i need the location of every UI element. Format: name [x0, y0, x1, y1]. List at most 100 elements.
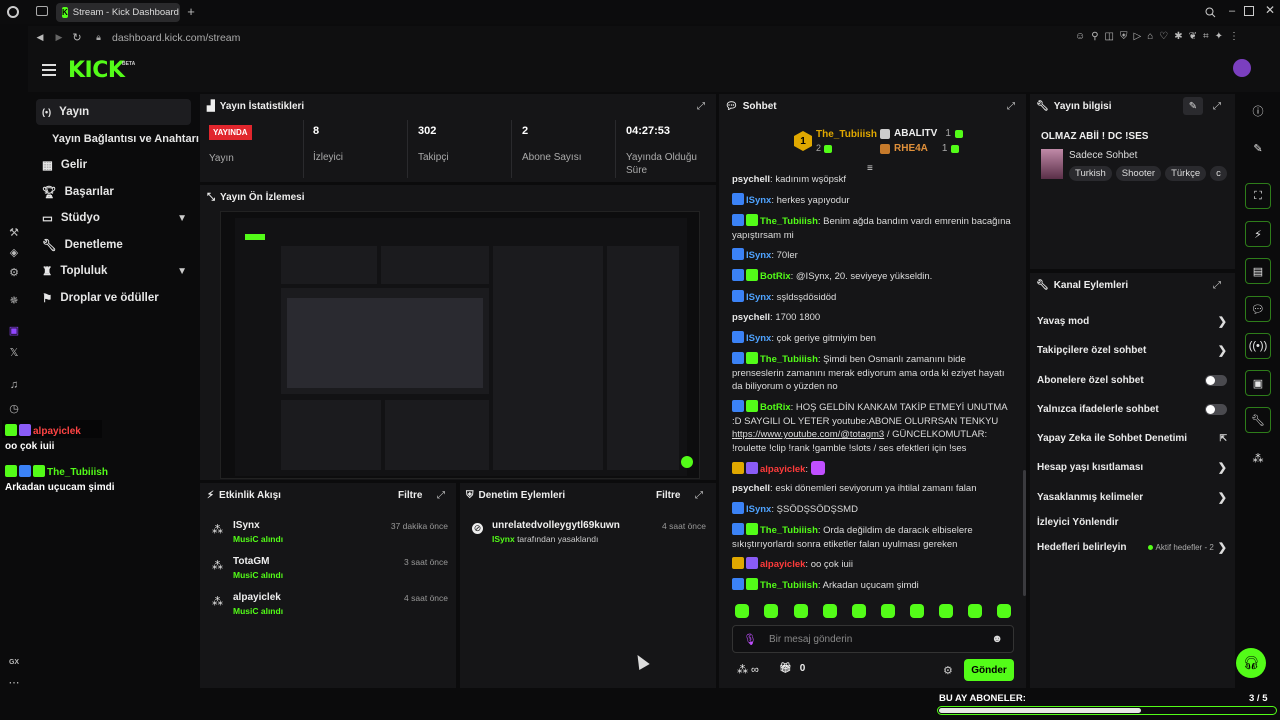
- edit-stream-info-button[interactable]: ✎: [1183, 97, 1203, 115]
- emote-icon[interactable]: [881, 604, 895, 618]
- gift-subs-button[interactable]: 🎁︎ 0: [779, 663, 805, 674]
- emoji-picker-icon[interactable]: ☻: [991, 633, 1003, 645]
- rail-button-layout[interactable]: ▣: [1245, 370, 1271, 396]
- back-icon[interactable]: ◀: [35, 32, 45, 42]
- moderation-filter-button[interactable]: Filtre: [656, 490, 680, 501]
- expand-icon[interactable]: ⤢: [1213, 280, 1225, 292]
- emote-icon[interactable]: [735, 604, 749, 618]
- expand-icon[interactable]: ⤢: [697, 101, 709, 113]
- nav-item-drops[interactable]: ⚑ Droplar ve ödüller: [36, 285, 191, 311]
- shield-icon[interactable]: ⛨: [1120, 31, 1128, 45]
- chat-username[interactable]: ISynx: [746, 504, 771, 515]
- menu-dots-icon[interactable]: ⋮: [1229, 31, 1239, 45]
- chat-scrollbar[interactable]: [1023, 470, 1026, 596]
- emote-icon[interactable]: [997, 604, 1011, 618]
- chat-username[interactable]: alpayiclek: [760, 464, 805, 475]
- nav-item-stream-key[interactable]: Yayın Bağlantısı ve Anahtarı: [46, 126, 199, 152]
- gifter-name[interactable]: ABALITV: [894, 128, 937, 139]
- x-icon[interactable]: 𝕏: [6, 344, 22, 360]
- heart-icon[interactable]: ♡: [1159, 31, 1168, 45]
- url-text[interactable]: dashboard.kick.com/stream: [112, 32, 240, 44]
- emote-icon[interactable]: [939, 604, 953, 618]
- emote-icon[interactable]: [968, 604, 982, 618]
- nav-item-moderation[interactable]: 🔧︎ Denetleme: [36, 232, 191, 258]
- avatar[interactable]: [1233, 59, 1251, 77]
- banned-words-button[interactable]: Yasaklanmış kelimeler ❯: [1037, 488, 1227, 506]
- vpn-icon[interactable]: ⌂: [1147, 31, 1153, 45]
- history-icon[interactable]: ◷: [6, 400, 22, 416]
- search-tabs-icon[interactable]: [1204, 6, 1216, 18]
- nav-item-studio[interactable]: ▭ Stüdyo ▼: [36, 205, 191, 231]
- category-name[interactable]: Sadece Sohbet: [1069, 150, 1137, 161]
- rail-button-bolt[interactable]: ⚡︎: [1245, 221, 1271, 247]
- play-icon[interactable]: ▷: [1134, 31, 1142, 45]
- twitch-icon[interactable]: ▣: [6, 322, 22, 338]
- account-age-button[interactable]: Hesap yaşı kısıtlaması ❯: [1037, 458, 1227, 476]
- chat-username[interactable]: ISynx: [746, 292, 771, 303]
- stream-preview-video[interactable]: [220, 211, 700, 479]
- gifter-name[interactable]: RHE4A: [894, 143, 928, 154]
- rail-button-clips[interactable]: ⛶: [1245, 183, 1271, 209]
- expand-icon[interactable]: ⤢: [1213, 101, 1225, 113]
- kick-logo[interactable]: KICK: [68, 58, 125, 83]
- close-window-icon[interactable]: ✕: [1264, 3, 1276, 17]
- spider-icon[interactable]: ✱: [1174, 31, 1182, 45]
- sidebar-app-icon[interactable]: ◈: [6, 244, 22, 260]
- hamburger-menu-icon[interactable]: [42, 64, 56, 76]
- microphone-icon[interactable]: 🎙︎: [743, 633, 757, 646]
- emote-icon[interactable]: [823, 604, 837, 618]
- chat-username[interactable]: BotRix: [760, 271, 791, 282]
- nav-item-achievements[interactable]: 🏆︎ Başarılar: [36, 179, 191, 205]
- nav-item-stream[interactable]: (•) Yayın: [36, 99, 191, 125]
- nav-item-community[interactable]: ♜ Topluluk ▼: [36, 258, 191, 284]
- rail-button-tools[interactable]: 🔧︎: [1245, 407, 1271, 433]
- sidebar-app-icon[interactable]: ⚙: [6, 264, 22, 280]
- emote-icon[interactable]: [764, 604, 778, 618]
- music-icon[interactable]: ♫: [6, 377, 22, 393]
- emoji-icon[interactable]: ☺: [1075, 31, 1085, 45]
- pin-icon[interactable]: ⚲: [1091, 31, 1098, 45]
- slow-mode-button[interactable]: Yavaş mod ❯: [1037, 312, 1227, 330]
- chat-settings-icon[interactable]: ⚙: [943, 664, 953, 677]
- chat-username[interactable]: psychell: [732, 483, 770, 494]
- activity-filter-button[interactable]: Filtre: [398, 490, 422, 501]
- browser-tab[interactable]: K Stream - Kick Dashboard: [56, 3, 180, 22]
- rail-button-chat[interactable]: 💬︎: [1245, 296, 1271, 322]
- expand-icon[interactable]: ⤢: [1007, 101, 1019, 113]
- info-icon[interactable]: ⓘ: [1251, 104, 1265, 118]
- rail-button-broadcast[interactable]: ((•)): [1245, 333, 1271, 359]
- maximize-icon[interactable]: [1244, 6, 1254, 16]
- moderator-name[interactable]: ISynx: [492, 534, 515, 544]
- chat-username[interactable]: psychell: [732, 312, 770, 323]
- chat-username[interactable]: ISynx: [746, 333, 771, 344]
- leaf-icon[interactable]: ❦: [1189, 31, 1197, 45]
- support-headset-button[interactable]: 🎧︎: [1236, 648, 1266, 678]
- chat-username[interactable]: psychell: [732, 174, 770, 185]
- chat-username[interactable]: The_Tubiiish: [760, 525, 818, 536]
- forward-icon[interactable]: ▶: [54, 32, 64, 42]
- chat-username[interactable]: The_Tubiiish: [760, 580, 818, 591]
- raid-button[interactable]: İzleyici Yönlendir: [1037, 513, 1227, 531]
- chat-username[interactable]: ISynx: [746, 195, 771, 206]
- chat-username[interactable]: BotRix: [760, 402, 791, 413]
- opera-icon[interactable]: [7, 6, 19, 18]
- community-icon[interactable]: ⁂: [1251, 451, 1265, 465]
- top-gifter-name[interactable]: The_Tubiiish: [816, 129, 877, 140]
- tag[interactable]: c: [1210, 166, 1227, 181]
- expand-icon[interactable]: ⤢: [437, 490, 449, 502]
- subscribers-only-toggle[interactable]: [1205, 374, 1227, 386]
- ai-icon[interactable]: ✦: [1215, 31, 1223, 45]
- expand-icon[interactable]: ⤢: [695, 490, 707, 502]
- send-button[interactable]: Gönder: [964, 659, 1014, 681]
- emote-icon[interactable]: [910, 604, 924, 618]
- screenshot-icon[interactable]: ⌗: [1203, 31, 1209, 45]
- goals-button[interactable]: Hedefleri belirleyin Aktif hedefler - 2 …: [1037, 538, 1227, 556]
- tag[interactable]: Turkish: [1069, 166, 1112, 181]
- reload-icon[interactable]: ↻: [71, 31, 83, 44]
- minimize-icon[interactable]: –: [1226, 5, 1238, 17]
- channel-points[interactable]: ⁂ ∞: [737, 663, 759, 677]
- ai-moderation-button[interactable]: Yapay Zeka ile Sohbet Denetimi ⇱: [1037, 429, 1227, 447]
- rail-button-notes[interactable]: ▤: [1245, 258, 1271, 284]
- chat-username[interactable]: The_Tubiiish: [760, 216, 818, 227]
- edit-icon[interactable]: ✎: [1251, 141, 1265, 155]
